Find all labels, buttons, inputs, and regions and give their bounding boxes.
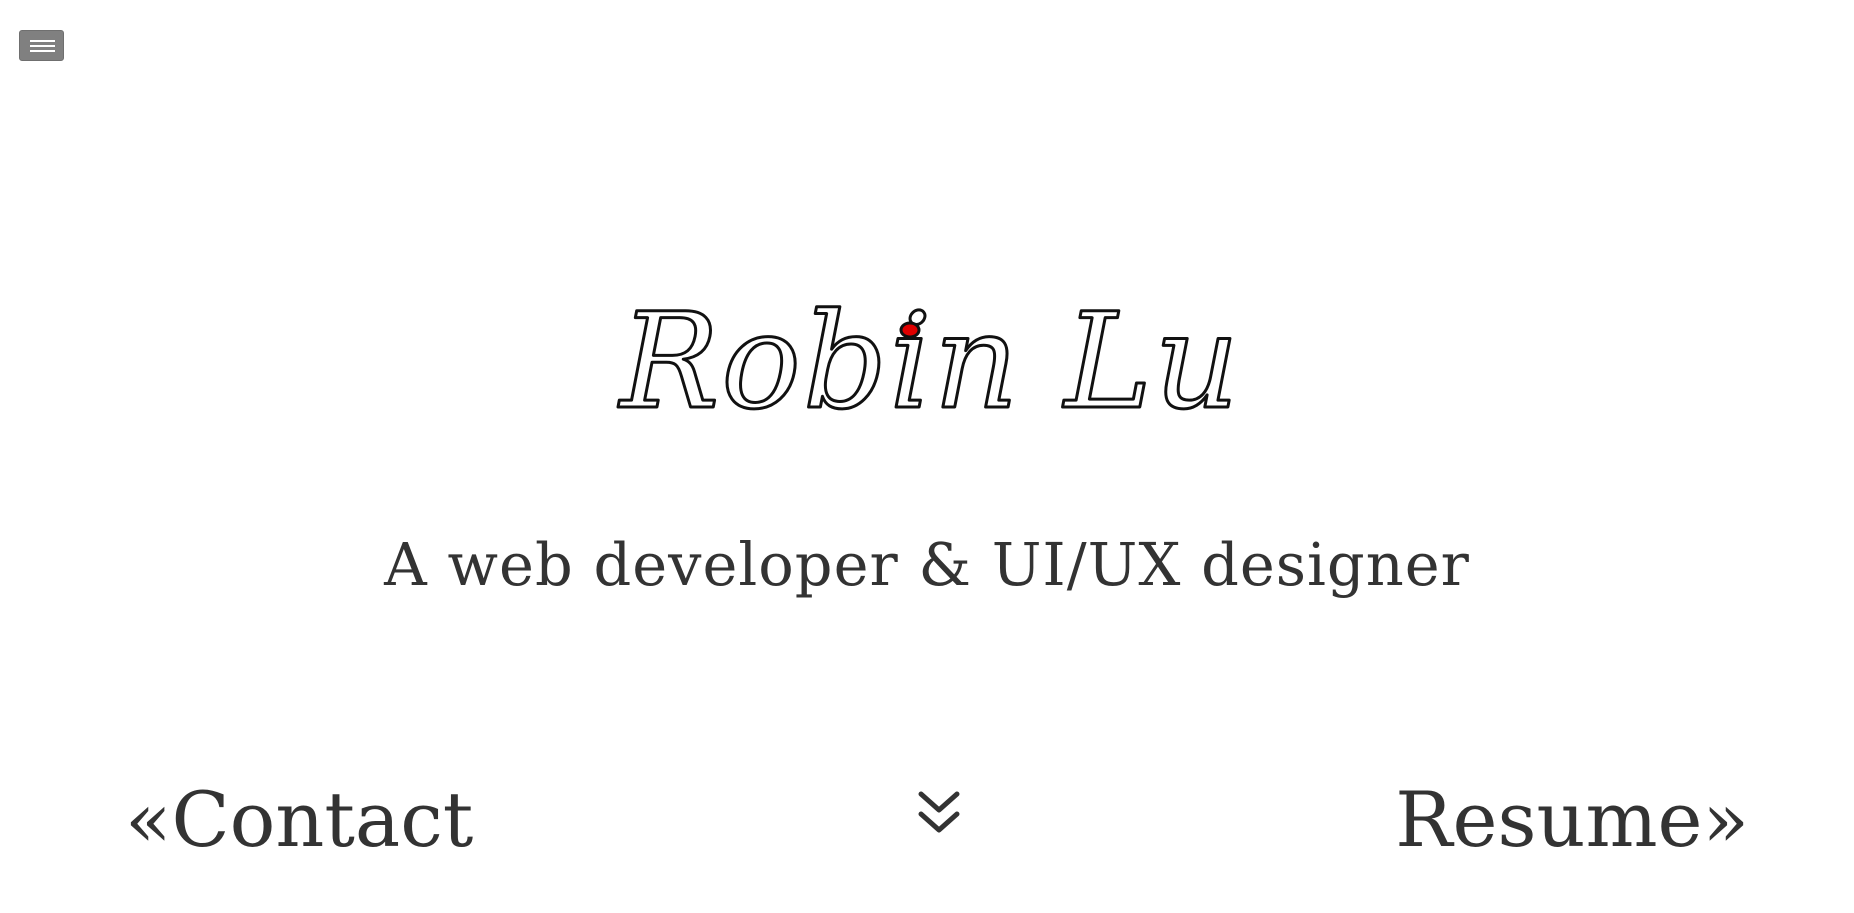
hamburger-menu-icon [30,40,55,42]
chevron-right-double-icon: » [1702,775,1750,864]
hamburger-menu-icon-bar [30,45,55,47]
double-chevron-down-icon [918,791,960,833]
resume-link-label: Resume [1395,775,1703,864]
logo-red-dot [899,321,921,339]
hamburger-menu-icon-bar [30,50,55,52]
tagline: A web developer & UI/UX designer [384,530,1470,599]
robin-lu-logo: Robin Lu [617,284,1241,441]
chevron-left-double-icon: « [125,775,172,864]
logo-text: Robin Lu [618,285,1241,439]
contact-link-label: Contact [171,775,474,864]
site-logo: Robin Lu [610,284,1241,445]
scroll-down-button[interactable] [917,790,961,838]
menu-toggle-button[interactable] [19,30,64,61]
contact-link[interactable]: «Contact [125,770,473,870]
resume-link[interactable]: Resume» [1395,770,1749,870]
